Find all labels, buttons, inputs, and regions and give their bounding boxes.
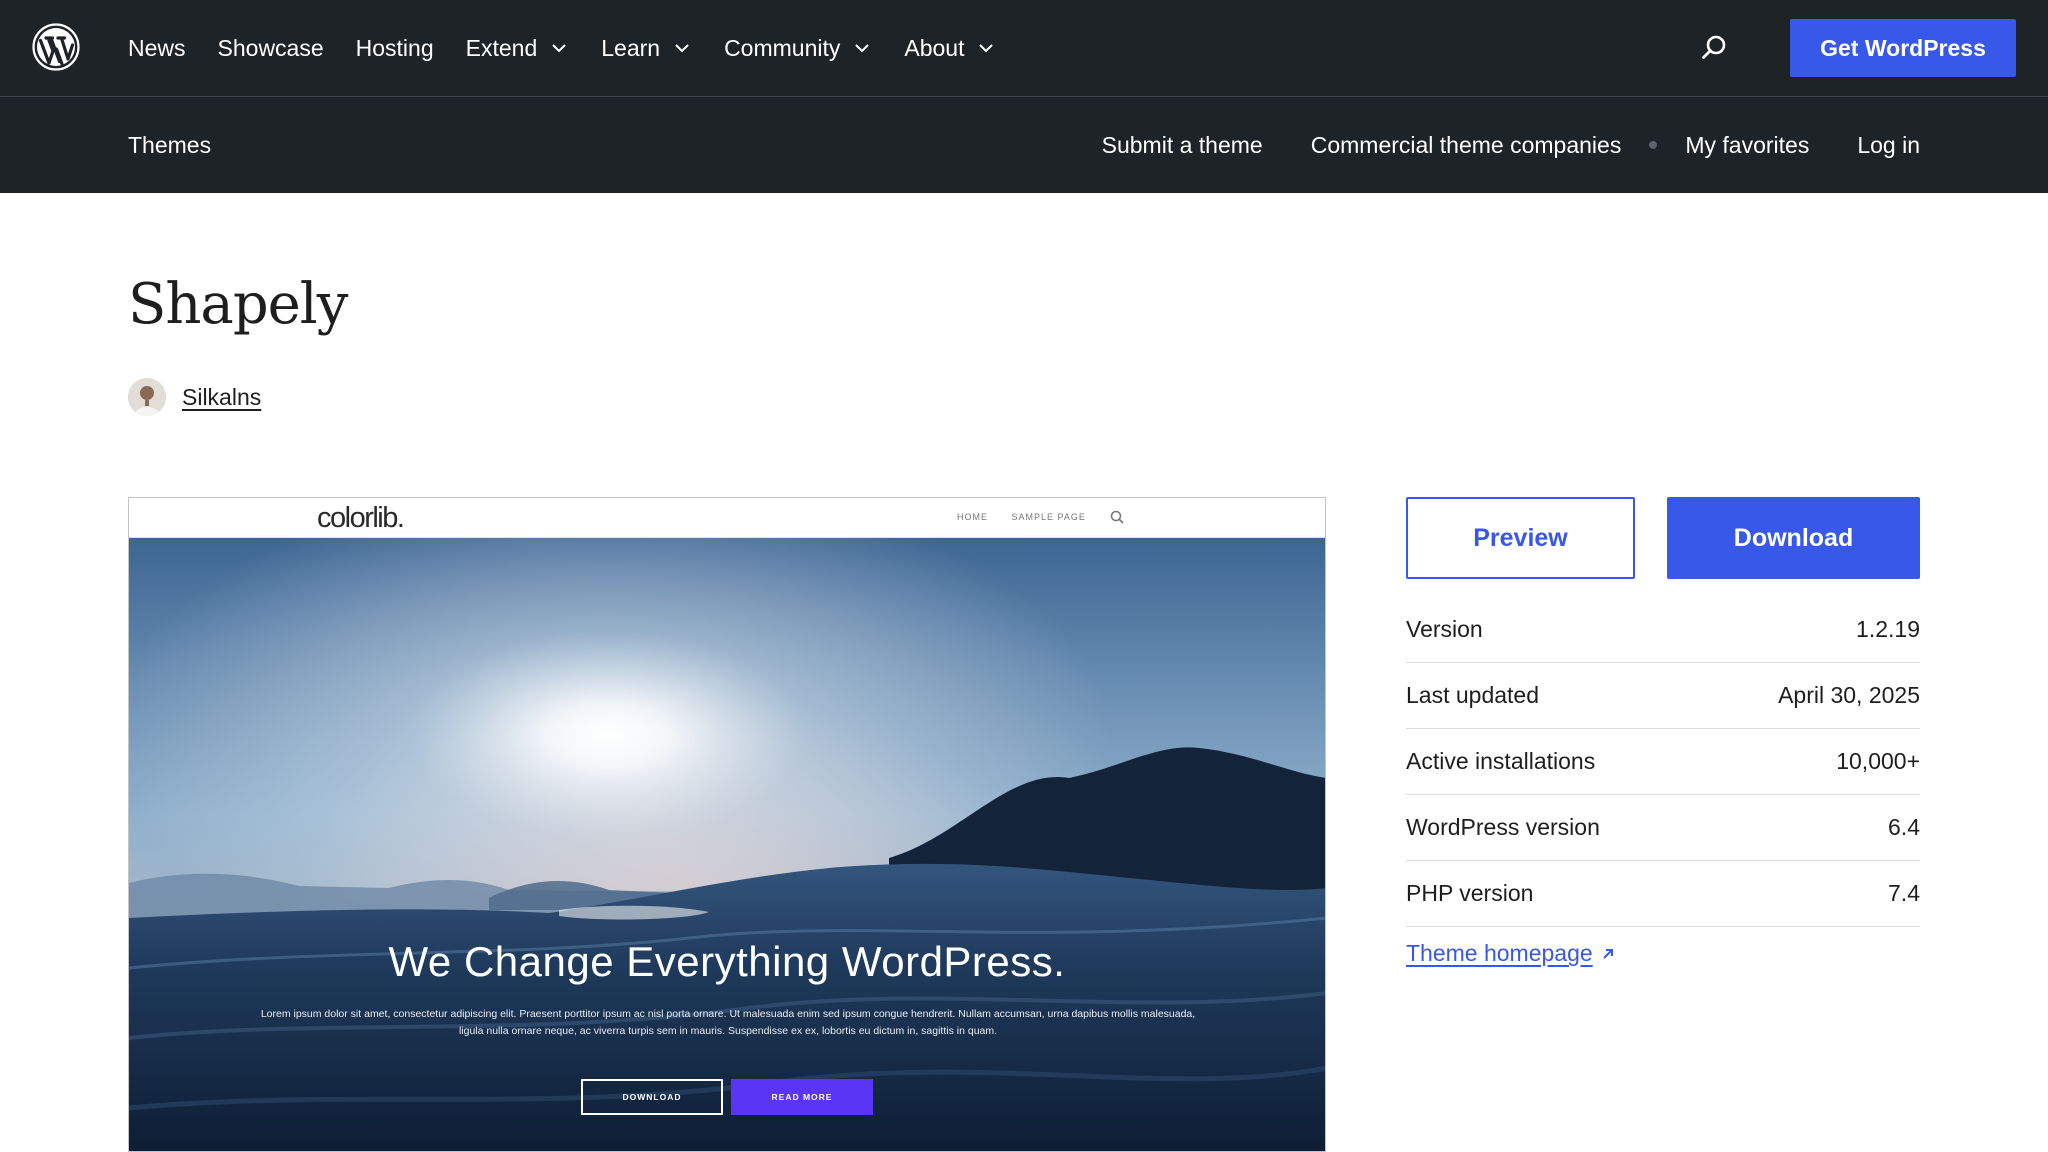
screenshot-download-button: DOWNLOAD [581,1079,723,1115]
author-link[interactable]: Silkalns [182,384,261,411]
meta-label: Last updated [1406,682,1540,708]
meta-row-wordpress-version: WordPress version 6.4 [1406,795,1920,861]
main-nav: News Showcase Hosting Extend Learn Commu… [128,0,1028,96]
nav-news[interactable]: News [128,35,186,62]
commercial-theme-companies-link[interactable]: Commercial theme companies [1311,132,1622,159]
preview-button[interactable]: Preview [1406,497,1635,579]
themes-local-nav: Themes Submit a theme Commercial theme c… [0,96,2048,193]
screenshot-search-icon [1110,510,1124,524]
nav-community-label: Community [724,34,841,61]
meta-value: 10,000+ [1836,748,1920,774]
chevron-down-icon [552,44,566,53]
get-wordpress-button[interactable]: Get WordPress [1790,19,2016,77]
meta-label: Active installations [1406,748,1596,774]
nav-learn-label: Learn [601,34,661,61]
nav-showcase-label: Showcase [217,34,324,61]
my-favorites-link[interactable]: My favorites [1685,132,1809,159]
nav-extend[interactable]: Extend [466,35,570,62]
screenshot-hero: We Change Everything WordPress. Lorem ip… [129,538,1325,1151]
log-in-link[interactable]: Log in [1857,132,1920,159]
meta-value: April 30, 2025 [1778,682,1920,708]
external-link-icon [1602,948,1613,959]
theme-title: Shapely [128,272,348,337]
nav-about-label: About [904,34,965,61]
nav-hosting[interactable]: Hosting [356,35,434,62]
search-icon[interactable] [1700,34,1728,62]
nav-extend-label: Extend [465,34,538,61]
chevron-down-icon [675,44,689,53]
screenshot-site-header: colorlib. HOME SAMPLE PAGE [129,498,1325,538]
nav-hosting-label: Hosting [355,34,434,61]
meta-row-version: Version 1.2.19 [1406,597,1920,663]
author-avatar [128,378,166,416]
ocean-hero-image [129,538,1325,1151]
nav-news-label: News [128,34,186,61]
chevron-down-icon [979,44,994,53]
local-nav-links: Submit a theme Commercial theme companie… [1102,97,1920,193]
nav-about[interactable]: About [904,35,996,62]
download-button[interactable]: Download [1667,497,1920,579]
screenshot-hero-body: Lorem ipsum dolor sit amet, consectetur … [260,1008,1196,1037]
separator-dot [1649,141,1658,149]
screenshot-menu-home: HOME [957,512,988,522]
theme-homepage-label: Theme homepage [1406,940,1593,966]
meta-row-active-installations: Active installations 10,000+ [1406,729,1920,795]
screenshot-hero-heading: We Change Everything WordPress. [388,938,1066,985]
meta-value: 1.2.19 [1856,616,1920,642]
wordpress-logo-icon[interactable] [32,23,80,71]
screenshot-hero-buttons: DOWNLOAD READ MORE [129,1079,1325,1115]
meta-value: 7.4 [1888,880,1920,906]
submit-theme-link[interactable]: Submit a theme [1102,132,1263,159]
local-nav-title[interactable]: Themes [128,97,211,193]
meta-label: WordPress version [1406,814,1600,840]
nav-showcase[interactable]: Showcase [218,35,324,62]
theme-author: Silkalns [128,378,261,416]
theme-screenshot: colorlib. HOME SAMPLE PAGE We Change Eve… [128,497,1326,1152]
theme-meta-list: Version 1.2.19 Last updated April 30, 20… [1406,597,1920,927]
global-header: News Showcase Hosting Extend Learn Commu… [0,0,2048,96]
screenshot-read-more-button: READ MORE [731,1079,873,1115]
meta-row-php-version: PHP version 7.4 [1406,861,1920,927]
nav-community[interactable]: Community [724,35,872,62]
meta-label: PHP version [1406,880,1534,906]
screenshot-menu-sample-page: SAMPLE PAGE [1011,512,1086,522]
chevron-down-icon [855,44,870,53]
meta-row-last-updated: Last updated April 30, 2025 [1406,663,1920,729]
nav-learn[interactable]: Learn [601,35,692,62]
screenshot-menu: HOME SAMPLE PAGE [957,512,1106,522]
meta-value: 6.4 [1888,814,1920,840]
theme-homepage-link[interactable]: Theme homepage [1406,940,1617,967]
meta-label: Version [1406,616,1483,642]
screenshot-logo: colorlib. [317,502,405,534]
